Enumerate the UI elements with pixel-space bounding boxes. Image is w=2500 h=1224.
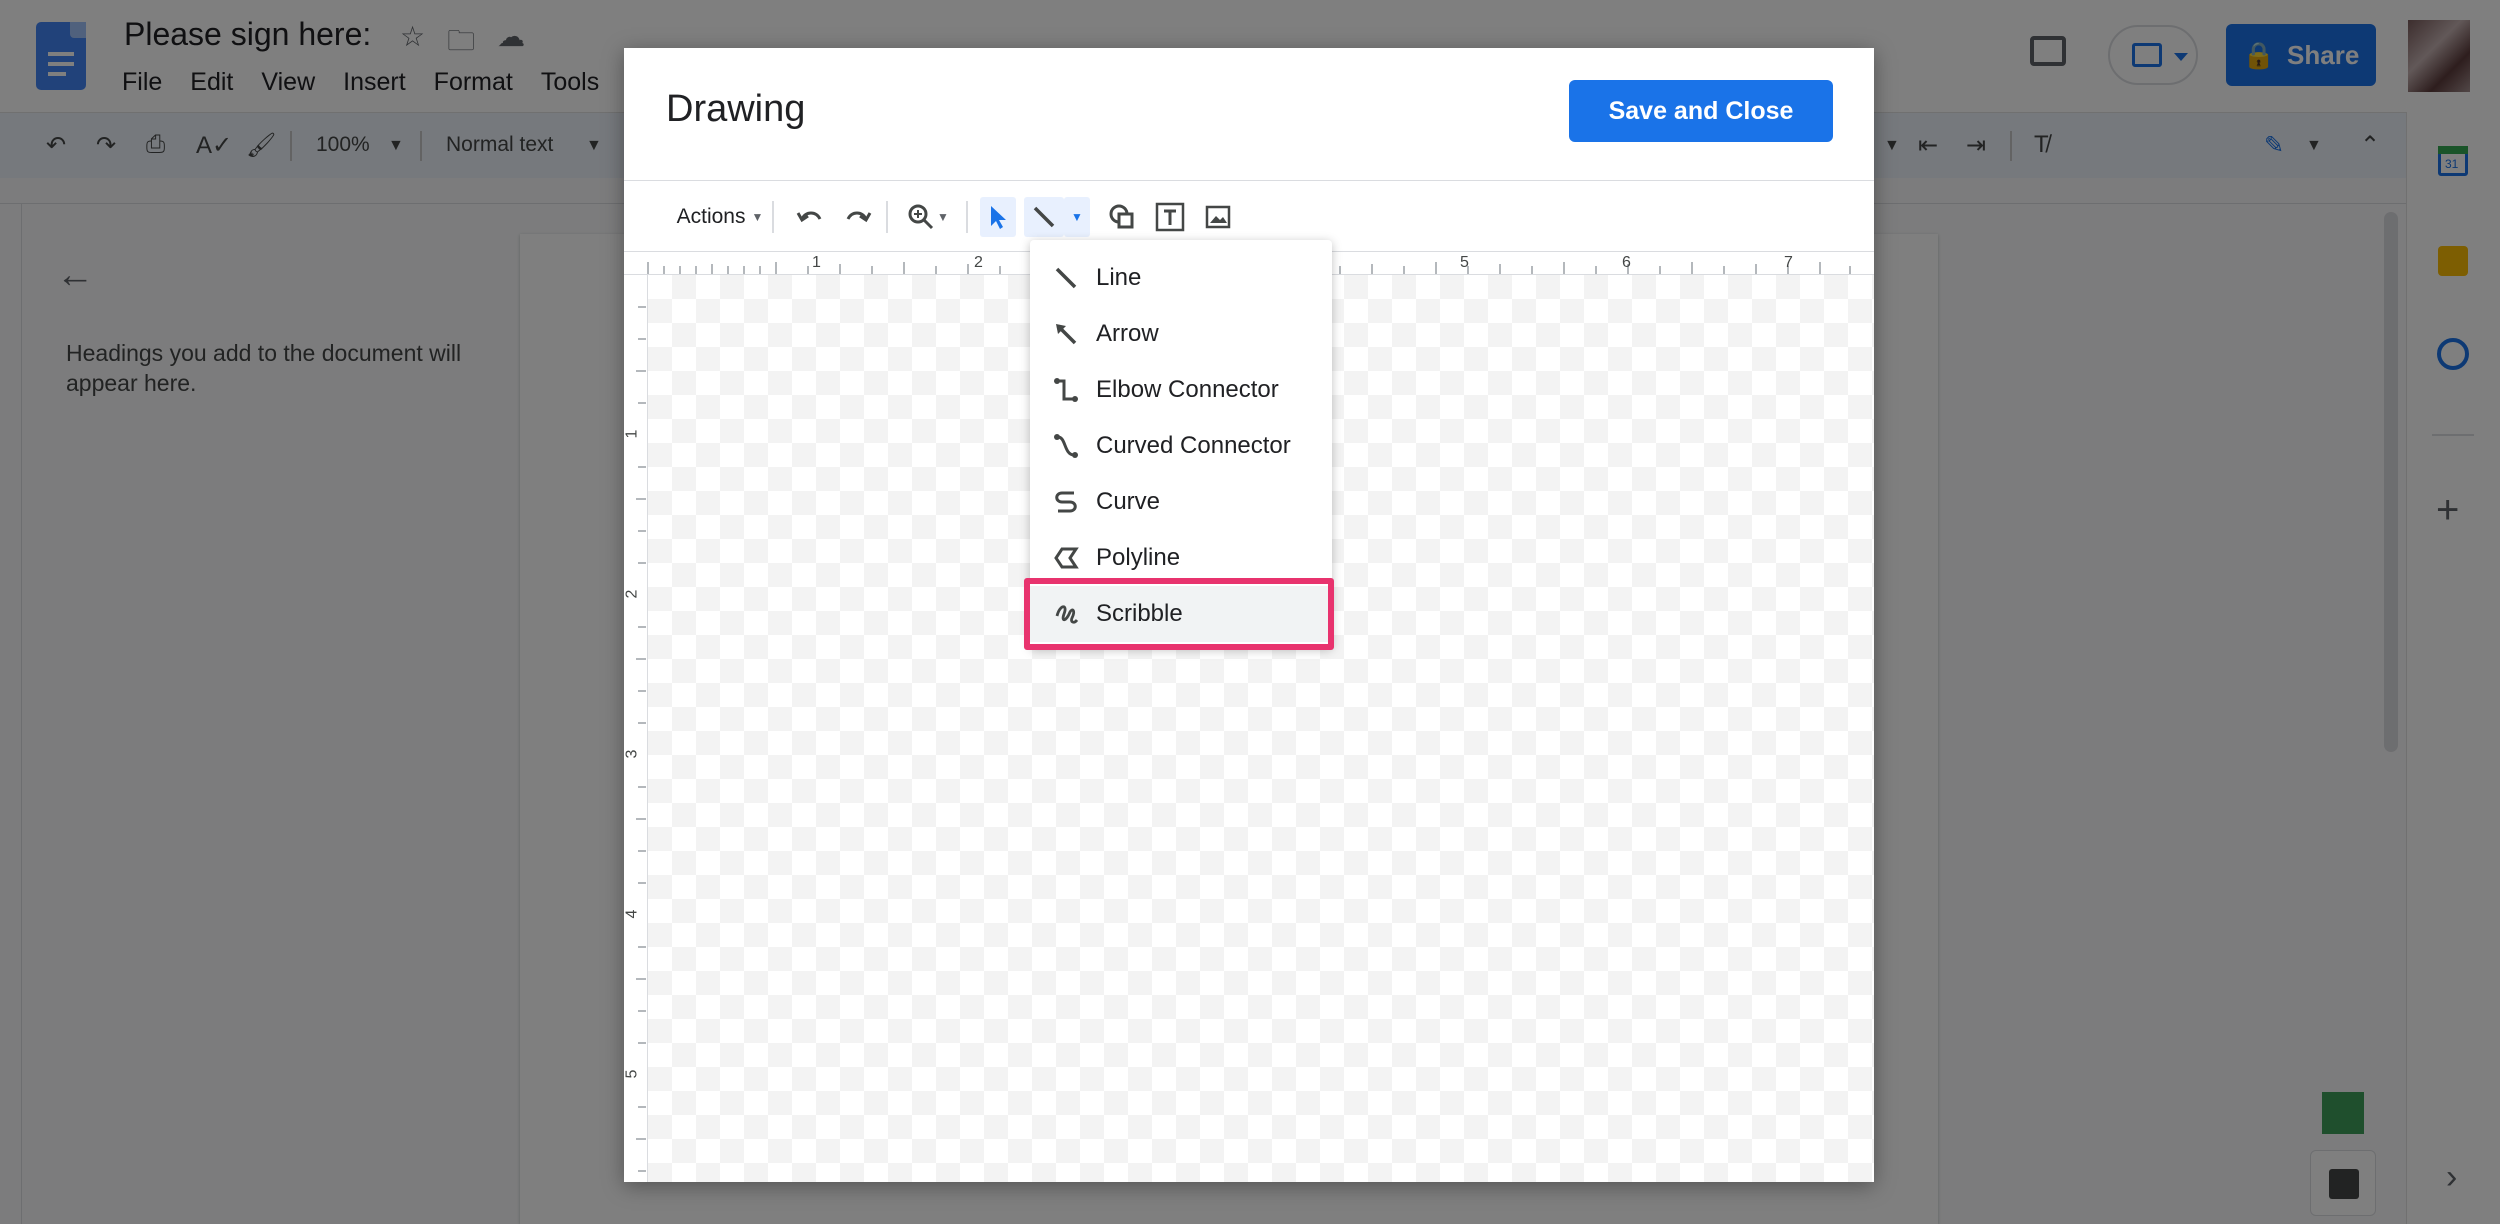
- ruler-label: 5: [1460, 254, 1469, 271]
- text-box-icon[interactable]: [1150, 197, 1190, 237]
- menu-item-elbow-connector[interactable]: Elbow Connector: [1030, 362, 1332, 418]
- menu-item-label: Elbow Connector: [1096, 376, 1279, 403]
- line-tool-dropdown[interactable]: ▼: [1064, 197, 1090, 237]
- ruler-label: 7: [1784, 254, 1793, 271]
- chevron-down-icon: ▼: [751, 210, 764, 224]
- arrow-icon: [1056, 324, 1077, 345]
- actions-label: Actions: [676, 205, 746, 228]
- ruler-label: 6: [1622, 254, 1631, 271]
- image-icon[interactable]: [1198, 197, 1238, 237]
- menu-item-line[interactable]: Line: [1030, 250, 1332, 306]
- menu-item-arrow[interactable]: Arrow: [1030, 306, 1332, 362]
- line-tool-icon[interactable]: [1024, 197, 1064, 237]
- save-and-close-button[interactable]: Save and Close: [1569, 80, 1833, 142]
- menu-item-label: Curve: [1096, 488, 1161, 515]
- menu-item-label: Polyline: [1096, 544, 1181, 571]
- shape-icon[interactable]: [1102, 197, 1142, 237]
- curve-icon: [1055, 491, 1077, 513]
- menu-item-label: Arrow: [1096, 320, 1159, 347]
- zoom-icon[interactable]: ▼: [900, 197, 956, 237]
- chevron-down-icon: ▼: [937, 210, 949, 224]
- ruler-label: 2: [623, 589, 641, 599]
- ruler-label: 1: [812, 254, 821, 271]
- undo-icon[interactable]: [790, 197, 830, 237]
- ruler-label: 5: [623, 1069, 641, 1079]
- ruler-label: 1: [623, 429, 641, 439]
- polyline-icon: [1054, 547, 1079, 569]
- elbow-connector-icon: [1054, 378, 1078, 402]
- actions-menu[interactable]: Actions ▼: [664, 197, 776, 237]
- select-icon[interactable]: [980, 197, 1016, 237]
- menu-item-curve[interactable]: Curve: [1030, 474, 1332, 530]
- menu-item-curved-connector[interactable]: Curved Connector: [1030, 418, 1332, 474]
- dialog-title: Drawing: [666, 88, 806, 130]
- line-icon: [1055, 267, 1077, 289]
- chevron-down-icon: ▼: [1071, 210, 1083, 224]
- scribble-highlight: [1024, 578, 1334, 650]
- ruler-label: 4: [623, 909, 641, 919]
- menu-item-label: Line: [1096, 264, 1142, 291]
- curved-connector-icon: [1054, 434, 1078, 458]
- redo-icon[interactable]: [838, 197, 878, 237]
- menu-item-label: Curved Connector: [1096, 432, 1291, 459]
- ruler-label: 3: [623, 749, 641, 759]
- ruler-label: 2: [974, 254, 983, 271]
- canvas-ruler-vertical: 1 2 3 4 5: [623, 275, 648, 1182]
